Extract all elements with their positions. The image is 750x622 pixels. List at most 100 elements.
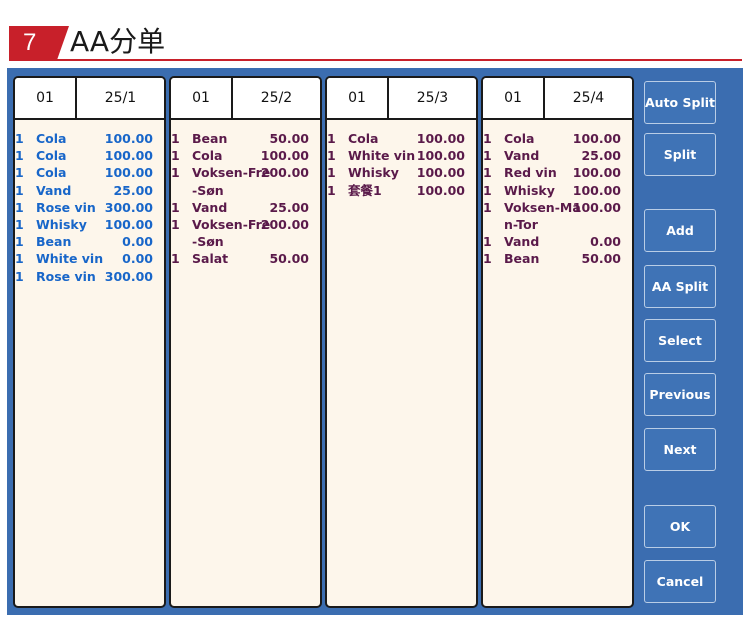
- bill-item-row[interactable]: 1 Salat 50.00: [171, 250, 315, 267]
- item-price: 50.00: [269, 251, 309, 267]
- add-button[interactable]: Add: [644, 209, 716, 252]
- item-qty: 1: [327, 148, 336, 164]
- item-price: 25.00: [113, 182, 153, 198]
- ok-button[interactable]: OK: [644, 505, 716, 548]
- previous-button[interactable]: Previous: [644, 373, 716, 416]
- next-button[interactable]: Next: [644, 428, 716, 471]
- item-qty: 1: [171, 251, 180, 267]
- item-name: Rose vin: [36, 268, 96, 284]
- header-divider: [9, 59, 742, 61]
- item-price: 0.00: [590, 234, 621, 250]
- item-name: -Søn: [192, 182, 224, 198]
- item-price: 50.00: [581, 251, 621, 267]
- select-button[interactable]: Select: [644, 319, 716, 362]
- item-price: 100.00: [416, 165, 465, 181]
- auto-split-button[interactable]: Auto Split: [644, 81, 716, 124]
- item-price: 200.00: [260, 216, 309, 232]
- split-button[interactable]: Split: [644, 133, 716, 176]
- bill-item-row[interactable]: 1 White vin 0.00: [15, 250, 159, 267]
- item-qty: 1: [15, 216, 24, 232]
- bill-items-4: 1 Cola 100.00 1 Vand 25.00 1 Red vin 100.00 1 Whis…: [483, 130, 627, 268]
- item-name: Bean: [36, 234, 72, 250]
- bill-item-row[interactable]: -Søn: [171, 182, 315, 199]
- item-name: White vin: [348, 148, 416, 164]
- item-qty: 1: [15, 268, 24, 284]
- item-qty: 1: [483, 182, 492, 198]
- bill-item-row[interactable]: 1 Voksen-Fre 200.00: [171, 164, 315, 181]
- bill-item-row[interactable]: 1 Whisky 100.00: [15, 216, 159, 233]
- bill-item-row[interactable]: 1 Whisky 100.00: [327, 164, 471, 181]
- bill-items-1: 1 Cola 100.00 1 Cola 100.00 1 Cola 100.00 1 Vand 25…: [15, 130, 159, 285]
- item-name: n-Tor: [504, 216, 538, 232]
- item-price: 300.00: [104, 268, 153, 284]
- item-price: 50.00: [269, 131, 309, 146]
- aa-split-button[interactable]: AA Split: [644, 265, 716, 308]
- bill-item-row[interactable]: 1 Cola 100.00: [483, 130, 627, 147]
- bill-item-row[interactable]: 1 Red vin 100.00: [483, 164, 627, 181]
- item-price: 100.00: [572, 199, 621, 215]
- item-qty: 1: [327, 165, 336, 181]
- bill-item-row[interactable]: 1 Vand 25.00: [171, 199, 315, 216]
- bill-item-row[interactable]: 1 Bean 50.00: [171, 130, 315, 147]
- bill-item-row[interactable]: -Søn: [171, 233, 315, 250]
- item-price: 25.00: [269, 199, 309, 215]
- item-qty: 1: [483, 165, 492, 181]
- item-name: Bean: [504, 251, 540, 267]
- bill-item-row[interactable]: 1 Cola 100.00: [15, 164, 159, 181]
- item-price: 100.00: [572, 165, 621, 181]
- bill-seat: 01: [15, 78, 77, 118]
- bill-table: 25/2: [260, 90, 293, 106]
- bill-items-3: 1 Cola 100.00 1 White vin 100.00 1 Whisky 100.00…: [327, 130, 471, 199]
- item-price: 100.00: [104, 165, 153, 181]
- bill-item-row[interactable]: 1 Vand 0.00: [483, 233, 627, 250]
- bill-item-row[interactable]: 1 Cola 100.00: [171, 147, 315, 164]
- item-name: Cola: [36, 165, 67, 181]
- bill-table: 25/1: [104, 90, 137, 106]
- item-name: Whisky: [348, 165, 399, 181]
- bill-item-row[interactable]: 1 Cola 100.00: [327, 130, 471, 147]
- item-name: Cola: [192, 148, 223, 164]
- bill-item-row[interactable]: 1 Voksen-Ma 100.00: [483, 199, 627, 216]
- item-qty: 1: [171, 199, 180, 215]
- bill-seat: 01: [171, 78, 233, 118]
- item-qty: 1: [15, 251, 24, 267]
- item-qty: 1: [15, 148, 24, 164]
- item-qty: 1: [483, 131, 492, 146]
- item-name: Voksen-Fre: [192, 165, 271, 181]
- bill-item-row[interactable]: 1 Vand 25.00: [15, 182, 159, 199]
- bill-item-row[interactable]: 1 Whisky 100.00: [483, 182, 627, 199]
- bill-item-row[interactable]: n-Tor: [483, 216, 627, 233]
- item-price: 100.00: [572, 182, 621, 198]
- item-qty: 1: [483, 148, 492, 164]
- item-name: Salat: [192, 251, 229, 267]
- bill-item-row[interactable]: 1 Cola 100.00: [15, 130, 159, 147]
- item-name: Cola: [36, 131, 67, 146]
- item-qty: 1: [483, 199, 492, 215]
- bill-item-row[interactable]: 1 Rose vin 300.00: [15, 268, 159, 285]
- item-price: 0.00: [122, 251, 153, 267]
- item-name: Bean: [192, 131, 228, 146]
- item-price: 100.00: [104, 131, 153, 146]
- cancel-button[interactable]: Cancel: [644, 560, 716, 603]
- item-name: -Søn: [192, 234, 224, 250]
- item-qty: 1: [327, 131, 336, 146]
- bill-item-row[interactable]: 1 Bean 0.00: [15, 233, 159, 250]
- bill-seat: 01: [483, 78, 545, 118]
- bill-item-row[interactable]: 1 Vand 25.00: [483, 147, 627, 164]
- bill-item-row[interactable]: 1 White vin 100.00: [327, 147, 471, 164]
- bill-item-row[interactable]: 1 Bean 50.00: [483, 250, 627, 267]
- item-qty: 1: [483, 234, 492, 250]
- item-qty: 1: [171, 148, 180, 164]
- item-name: Vand: [504, 234, 540, 250]
- item-name: Voksen-Ma: [504, 199, 581, 215]
- item-name: Vand: [36, 182, 72, 198]
- item-qty: 1: [15, 131, 24, 146]
- bill-header: 01 25/1: [15, 78, 164, 120]
- bill-item-row[interactable]: 1 Cola 100.00: [15, 147, 159, 164]
- bill-item-row[interactable]: 1 Voksen-Fre 200.00: [171, 216, 315, 233]
- bill-header: 01 25/4: [483, 78, 632, 120]
- bill-item-row[interactable]: 1 套餐1 100.00: [327, 182, 471, 199]
- item-qty: 1: [171, 131, 180, 146]
- bill-item-row[interactable]: 1 Rose vin 300.00: [15, 199, 159, 216]
- bill-header: 01 25/3: [327, 78, 476, 120]
